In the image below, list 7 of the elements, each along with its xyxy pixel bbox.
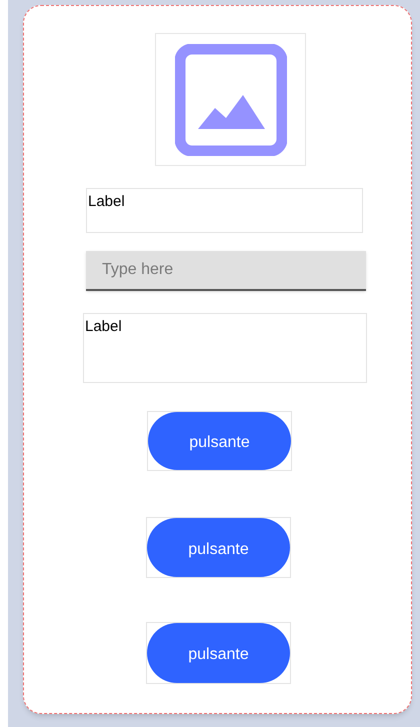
image-placeholder-icon (174, 44, 286, 156)
pulsante-button[interactable]: pulsante (147, 518, 290, 577)
input-field[interactable]: Type here (86, 251, 366, 291)
pulsante-button[interactable]: pulsante (148, 412, 291, 470)
pulsante-button[interactable]: pulsante (147, 623, 290, 683)
label-box: Label (83, 313, 367, 383)
label-box: Label (86, 188, 363, 233)
